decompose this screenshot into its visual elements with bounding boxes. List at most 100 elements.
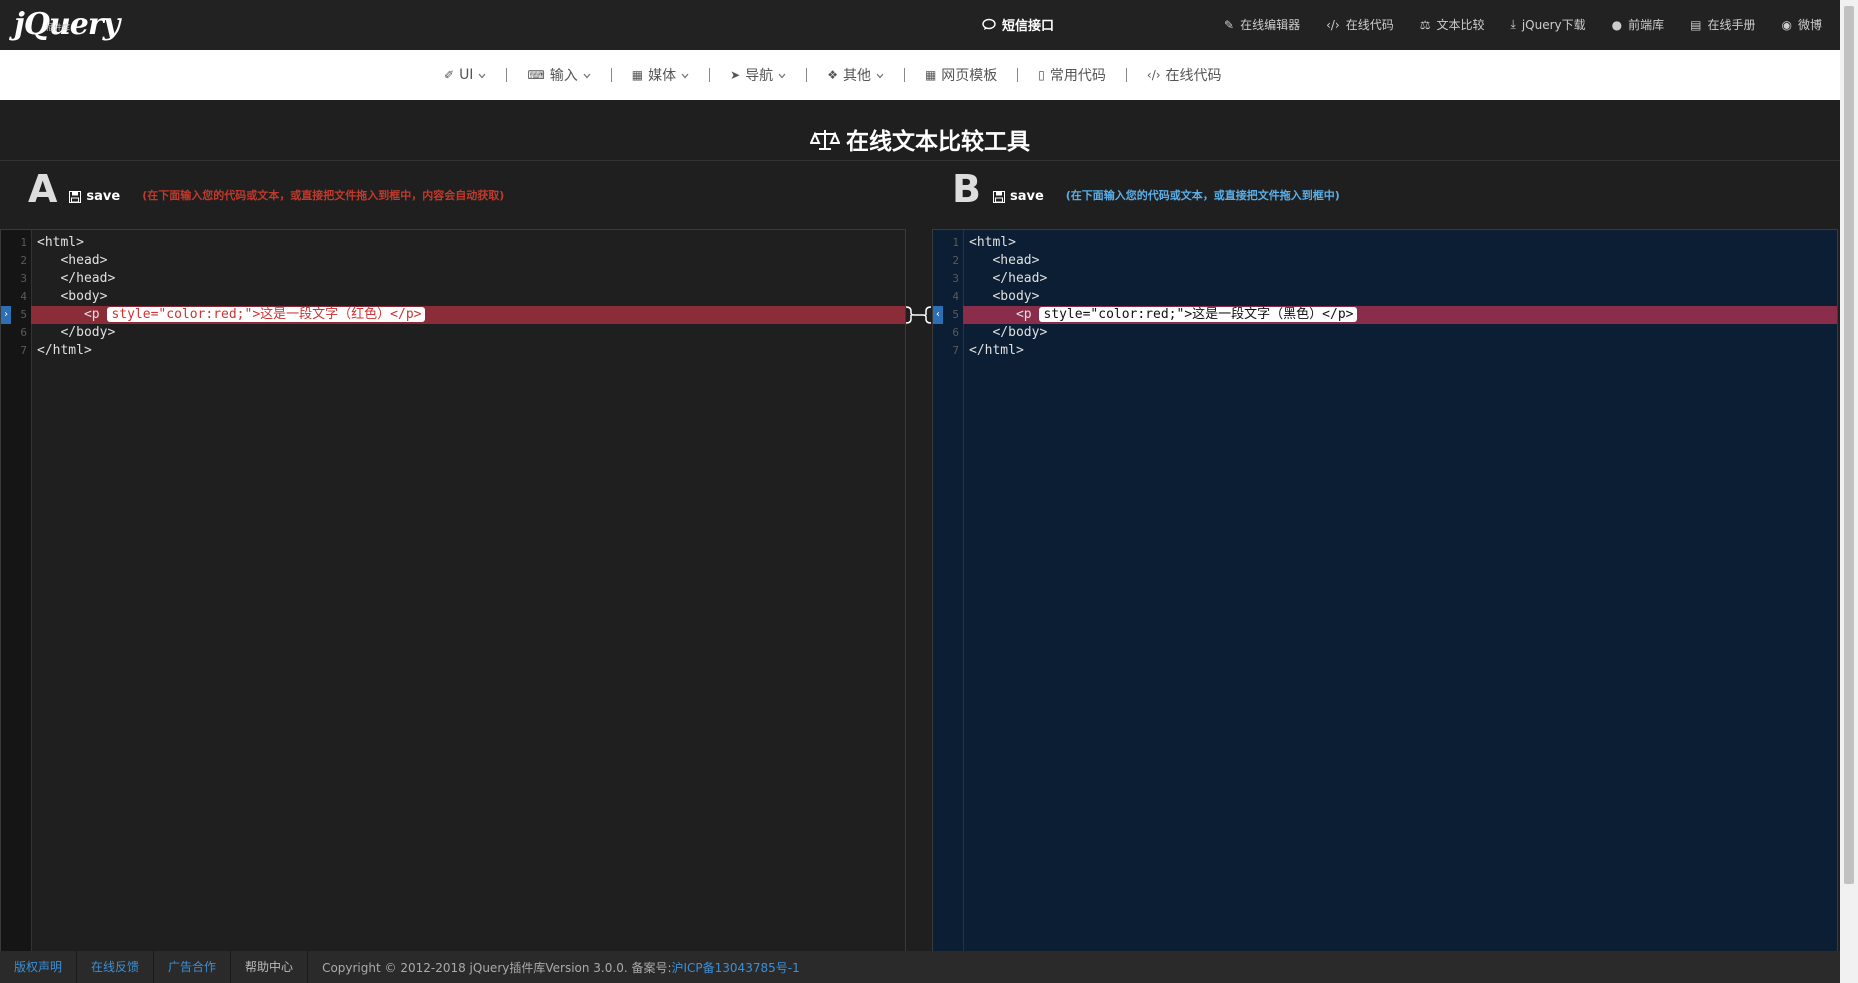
- category-nav-item[interactable]: ➤ 导航: [710, 65, 806, 85]
- category-nav-label: 在线代码: [1165, 68, 1222, 84]
- code-text: <body>: [969, 288, 1039, 306]
- line-number: 2: [20, 254, 27, 267]
- category-nav-label: 其他: [842, 68, 871, 84]
- code-line[interactable]: 7 </html>: [1, 342, 905, 360]
- save-a-button[interactable]: save: [69, 189, 120, 204]
- editor-a[interactable]: 1 <html> 2 <head> 3 </head> 4 <body> › 5 <p st…: [0, 229, 906, 953]
- line-number: 6: [20, 326, 27, 339]
- top-nav-label: jQuery下载: [1521, 18, 1586, 32]
- sms-link[interactable]: 短信接口: [982, 15, 1054, 34]
- top-nav-item[interactable]: ● 前端库: [1612, 16, 1665, 33]
- code-text: <html>: [969, 234, 1016, 252]
- code-line[interactable]: 2 <head>: [1, 252, 905, 270]
- chevron-down-icon: [876, 67, 884, 83]
- category-nav-item[interactable]: ‹/› 在线代码: [1127, 65, 1242, 85]
- code-text: <html>: [37, 234, 84, 252]
- top-nav-label: 在线编辑器: [1240, 18, 1301, 32]
- code-line[interactable]: 6 </body>: [933, 324, 1837, 342]
- keyboard-icon: ⌨: [527, 68, 545, 82]
- code-line[interactable]: 2 <head>: [933, 252, 1837, 270]
- floppy-icon: [992, 190, 1005, 203]
- footer-link-help[interactable]: 帮助中心: [231, 951, 309, 983]
- line-number: 3: [952, 272, 959, 285]
- code-segment: </html>: [969, 343, 1024, 358]
- icp-link[interactable]: 沪ICP备13043785号-1: [672, 961, 800, 975]
- line-number: 3: [20, 272, 27, 285]
- code-line[interactable]: 3 </head>: [933, 270, 1837, 288]
- top-nav-item[interactable]: ⚖ 文本比较: [1420, 16, 1485, 33]
- code-line[interactable]: › 5 <p style="color:red;">这是一段文字（红色）</p>: [1, 306, 905, 324]
- code-segment: </head>: [969, 271, 1048, 286]
- copyright-text: Copyright © 2012-2018 jQuery插件库Version 3…: [322, 960, 800, 975]
- panel-b-header: B save (在下面输入您的代码或文本，或直接把文件拖入到框中): [952, 170, 1340, 208]
- page-title: 在线文本比较工具: [0, 122, 1840, 156]
- scrollbar-thumb[interactable]: [1844, 6, 1854, 884]
- file-icon: ▯: [1038, 68, 1045, 82]
- category-nav-label: 导航: [745, 68, 774, 84]
- user-icon: ●: [1611, 17, 1623, 32]
- sms-label: 短信接口: [1002, 19, 1055, 34]
- balance-icon: [809, 130, 841, 150]
- top-nav-item[interactable]: ◉ 微博: [1782, 16, 1823, 33]
- save-b-button[interactable]: save: [992, 189, 1044, 204]
- code-icon: ‹/›: [1146, 68, 1161, 82]
- code-line[interactable]: 4 <body>: [933, 288, 1837, 306]
- code-text: </head>: [37, 270, 115, 288]
- top-nav-item[interactable]: ‹/› 在线代码: [1326, 16, 1394, 33]
- code-segment: <p: [37, 307, 108, 322]
- top-nav-item[interactable]: ▤ 在线手册: [1690, 16, 1755, 33]
- panel-b-letter: B: [952, 167, 981, 211]
- code-line[interactable]: ‹ 5 <p style="color:red;">这是一段文字（黑色）</p>: [933, 306, 1837, 324]
- code-line[interactable]: 3 </head>: [1, 270, 905, 288]
- code-text: <head>: [969, 252, 1039, 270]
- code-text: </head>: [969, 270, 1047, 288]
- top-nav: ✎ 在线编辑器 ‹/› 在线代码 ⚖ 文本比较 ⤓ jQuery下载 ● 前端库 ▤ 在线手册 ◉ 微博: [1224, 16, 1822, 33]
- category-nav-item[interactable]: ▦ 网页模板: [905, 65, 1017, 85]
- paper-plane-icon: ➤: [730, 68, 741, 82]
- changed-text: style="color:red;">这是一段文字（黑色）</p>: [1039, 307, 1358, 322]
- chat-icon: [982, 18, 996, 30]
- line-number: 1: [20, 236, 27, 249]
- code-segment: </head>: [37, 271, 116, 286]
- code-line[interactable]: 1 <html>: [933, 234, 1837, 252]
- category-nav-item[interactable]: ✐ UI: [424, 67, 506, 83]
- diff-connector: [905, 306, 932, 324]
- top-nav-item[interactable]: ⤓ jQuery下载: [1511, 16, 1586, 33]
- top-nav-label: 在线手册: [1707, 18, 1756, 32]
- top-nav-label: 微博: [1797, 18, 1822, 32]
- footer: 版权声明 在线反馈 广告合作 帮助中心 Copyright © 2012-201…: [0, 951, 1840, 983]
- chevron-down-icon: [778, 67, 786, 83]
- changed-text: style="color:red;">这是一段文字（红色）</p>: [107, 307, 426, 322]
- code-segment: </body>: [969, 325, 1048, 340]
- category-nav-label: 媒体: [648, 68, 677, 84]
- category-nav-item[interactable]: ❖ 其他: [807, 65, 904, 85]
- footer-link-feedback[interactable]: 在线反馈: [77, 951, 155, 983]
- code-text: <p style="color:red;">这是一段文字（红色）</p>: [37, 306, 426, 324]
- footer-link-ads[interactable]: 广告合作: [154, 951, 232, 983]
- panel-a-hint: (在下面输入您的代码或文本，或直接把文件拖入到框中，内容会自动获取): [142, 189, 505, 202]
- code-icon: ‹/›: [1326, 17, 1340, 32]
- code-line[interactable]: 7 </html>: [933, 342, 1837, 360]
- editor-b[interactable]: 1 <html> 2 <head> 3 </head> 4 <body> ‹ 5 <p st…: [932, 229, 1838, 953]
- panel-a-header: A save (在下面输入您的代码或文本，或直接把文件拖入到框中，内容会自动获取…: [28, 170, 504, 208]
- brush-icon: ✐: [444, 68, 455, 82]
- chevron-down-icon: [681, 67, 689, 83]
- category-nav-item[interactable]: ▯ 常用代码: [1018, 65, 1126, 85]
- code-line[interactable]: 6 </body>: [1, 324, 905, 342]
- page-scrollbar[interactable]: [1840, 0, 1858, 983]
- code-line[interactable]: 1 <html>: [1, 234, 905, 252]
- edit-icon: ✎: [1224, 17, 1235, 32]
- top-nav-label: 文本比较: [1436, 18, 1485, 32]
- line-number: 7: [20, 344, 27, 357]
- code-text: </html>: [37, 342, 92, 360]
- category-nav-item[interactable]: ▦ 媒体: [612, 65, 709, 85]
- footer-link-copyright[interactable]: 版权声明: [0, 951, 78, 983]
- code-segment: </body>: [37, 325, 116, 340]
- top-nav-label: 前端库: [1628, 18, 1665, 32]
- category-nav-label: 输入: [549, 68, 578, 84]
- jquery-logo[interactable]: jQuery 插件库: [14, 8, 120, 42]
- code-line[interactable]: 4 <body>: [1, 288, 905, 306]
- top-nav-item[interactable]: ✎ 在线编辑器: [1224, 16, 1300, 33]
- category-nav-label: 常用代码: [1049, 68, 1106, 84]
- category-nav-item[interactable]: ⌨ 输入: [507, 65, 610, 85]
